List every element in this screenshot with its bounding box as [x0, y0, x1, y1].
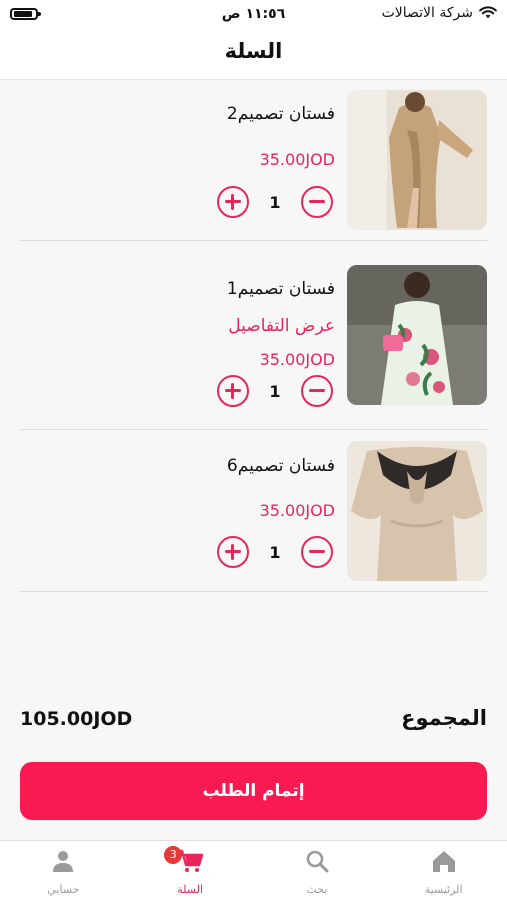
product-price: 35.00JOD: [259, 150, 335, 169]
quantity-stepper: 1: [217, 375, 333, 407]
tab-label: السلة: [177, 883, 203, 896]
cart-list: فستان تصميم2 35.00JOD 1 فستان تصميم1 عرض…: [20, 80, 487, 592]
product-image[interactable]: [347, 90, 487, 230]
view-details-link[interactable]: عرض التفاصيل: [228, 316, 335, 336]
quantity-value: 1: [269, 192, 281, 212]
tab-cart[interactable]: 3 السلة: [127, 841, 254, 900]
tab-home[interactable]: الرئيسية: [380, 841, 507, 900]
carrier-name: شركة الاتصالات: [381, 5, 473, 21]
tab-account[interactable]: حسابي: [0, 841, 127, 900]
home-icon: [432, 851, 455, 872]
decrease-quantity-button[interactable]: [301, 186, 333, 218]
quantity-value: 1: [269, 381, 281, 401]
tab-search[interactable]: بحث: [254, 841, 381, 900]
cart-item: فستان تصميم2 35.00JOD 1: [20, 80, 487, 241]
page-title: السلة: [224, 39, 283, 63]
quantity-value: 1: [269, 542, 281, 562]
decrease-quantity-button[interactable]: [301, 536, 333, 568]
product-name: فستان تصميم1: [226, 279, 335, 299]
total-value: 105.00JOD: [20, 708, 133, 730]
search-icon: [306, 850, 329, 873]
product-price: 35.00JOD: [259, 350, 335, 369]
tab-label: الرئيسية: [424, 883, 463, 896]
cart-item: فستان تصميم6 35.00JOD 1: [20, 430, 487, 592]
increase-quantity-button[interactable]: [217, 375, 249, 407]
status-right: شركة الاتصالات: [382, 5, 497, 21]
total-row: المجموع 105.00JOD: [20, 706, 487, 736]
product-image[interactable]: [347, 441, 487, 581]
product-price: 35.00JOD: [259, 501, 335, 520]
cart-item: فستان تصميم1 عرض التفاصيل 35.00JOD 1: [20, 241, 487, 430]
product-image[interactable]: [347, 265, 487, 405]
tab-bar: حسابي 3 السلة بحث الرئيسية: [0, 840, 507, 900]
increase-quantity-button[interactable]: [217, 186, 249, 218]
tab-label: حسابي: [47, 883, 80, 896]
checkout-button[interactable]: إتمام الطلب: [20, 762, 487, 820]
decrease-quantity-button[interactable]: [301, 375, 333, 407]
wifi-icon: [479, 6, 497, 19]
product-name: فستان تصميم6: [226, 456, 335, 476]
total-label: المجموع: [401, 706, 487, 730]
increase-quantity-button[interactable]: [217, 536, 249, 568]
product-name: فستان تصميم2: [226, 104, 335, 124]
navigation-bar: السلة: [0, 30, 507, 80]
person-icon: [53, 851, 74, 872]
quantity-stepper: 1: [217, 536, 333, 568]
tab-label: بحث: [306, 883, 328, 896]
quantity-stepper: 1: [217, 186, 333, 218]
status-bar: ١١:٥٦ ص شركة الاتصالات: [0, 0, 507, 30]
cart-count-badge: 3: [164, 846, 183, 864]
